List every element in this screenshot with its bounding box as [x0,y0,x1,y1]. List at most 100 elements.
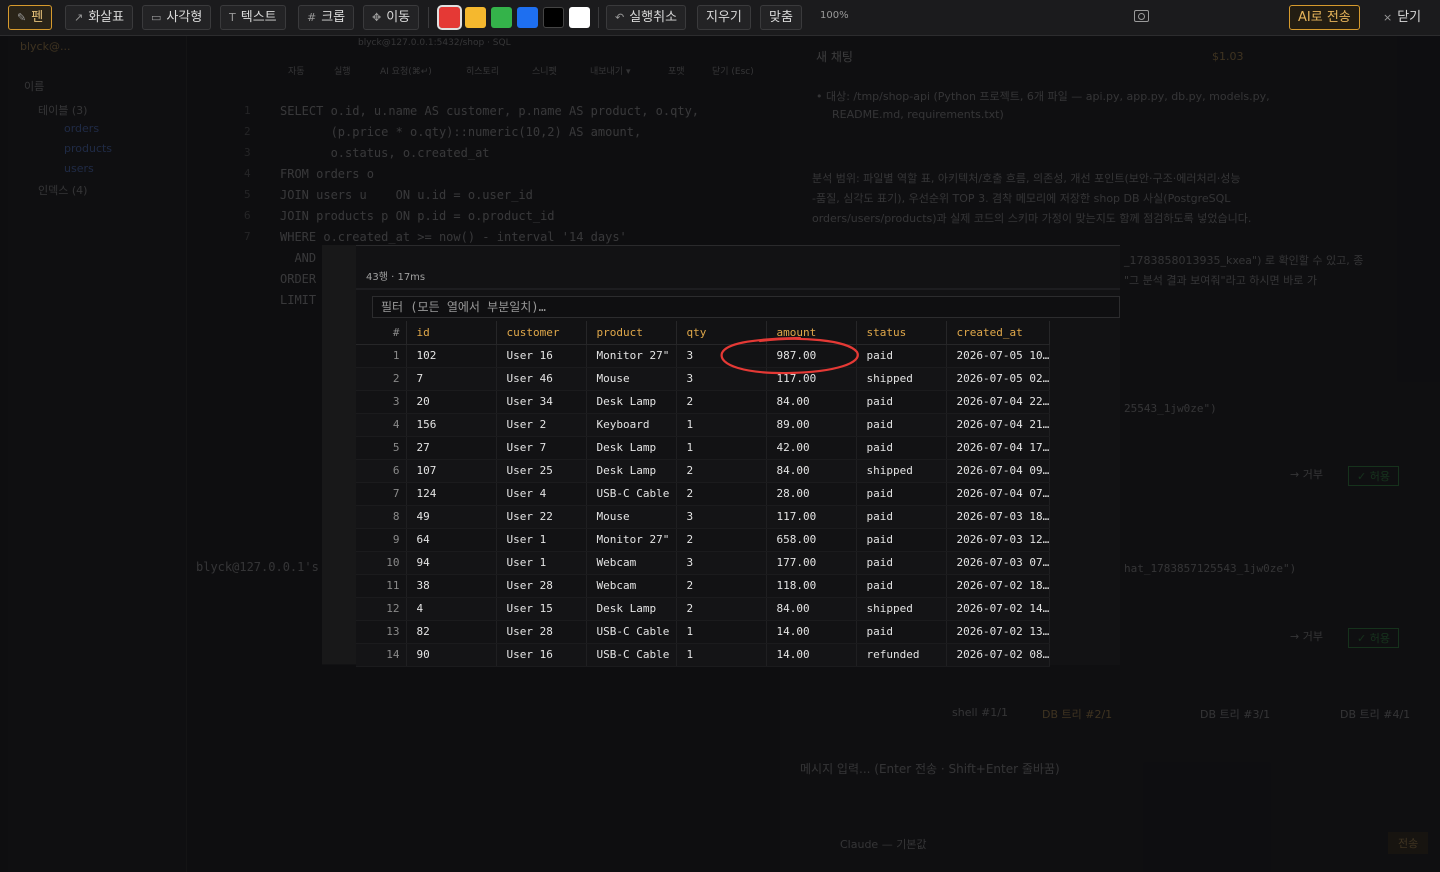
table-row[interactable]: 12 4 User 15 Desk Lamp 2 84.00 shipped 2026-07-… [356,597,1051,621]
chat-input[interactable]: 메시지 입력... (Enter 전송 · Shift+Enter 줄바꿈) [800,760,1060,777]
cell-amount[interactable]: 84.00 [766,459,857,483]
chip-db-tree-4[interactable]: DB 트리 #4/1 [1340,706,1410,722]
cell-status[interactable]: shipped [856,367,947,391]
fit-button[interactable]: 맞춤 [760,5,802,30]
column-header-customer[interactable]: customer [496,321,587,345]
sidebar-item-products[interactable]: products [64,142,112,155]
cell-qty[interactable]: 3 [676,551,767,575]
cell-id[interactable]: 107 [406,459,497,483]
result-filter-input[interactable]: 필터 (모든 열에서 부분일치)… [372,296,1120,318]
cell-amount[interactable]: 84.00 [766,390,857,414]
cell-amount[interactable]: 118.00 [766,574,857,598]
chip-db-tree-2[interactable]: DB 트리 #2/1 [1042,706,1112,722]
cell-customer[interactable]: User 28 [496,574,587,598]
text-tool-button[interactable]: T 텍스트 [220,5,286,30]
sidebar-filter-label[interactable]: 이름 [24,78,44,94]
cell-created-at[interactable]: 2026-07-03 18… [946,505,1051,529]
cell-index[interactable]: 10 [356,551,407,575]
cell-qty[interactable]: 3 [676,367,767,391]
cell-created-at[interactable]: 2026-07-02 18… [946,574,1051,598]
cell-id[interactable]: 7 [406,367,497,391]
color-swatch-white[interactable] [569,7,590,28]
editor-toolbar-snippet[interactable]: 스니펫 [532,64,557,77]
cell-product[interactable]: Keyboard [586,413,677,437]
editor-tab[interactable]: blyck@127.0.0.1:5432/shop · SQL [358,38,511,48]
editor-toolbar-ai[interactable]: AI 요청(⌘↵) [380,64,432,77]
cell-customer[interactable]: User 46 [496,367,587,391]
approve-button-2[interactable]: ✓ 허용 [1348,628,1399,648]
sidebar-item-indexes[interactable]: 인덱스 (4) [38,182,87,198]
cell-index[interactable]: 8 [356,505,407,529]
color-swatch-blue[interactable] [517,7,538,28]
table-row[interactable]: 3 20 User 34 Desk Lamp 2 84.00 paid 2026-07-04 … [356,390,1051,414]
cell-amount[interactable]: 42.00 [766,436,857,460]
cell-id[interactable]: 38 [406,574,497,598]
crop-tool-button[interactable]: # 크롭 [298,5,355,30]
cell-status[interactable]: paid [856,574,947,598]
cell-status[interactable]: paid [856,620,947,644]
cell-status[interactable]: shipped [856,597,947,621]
camera-icon[interactable] [1134,10,1149,22]
cell-amount[interactable]: 658.00 [766,528,857,552]
cell-amount[interactable]: 28.00 [766,482,857,506]
cell-product[interactable]: Mouse [586,367,677,391]
pen-tool-button[interactable]: ✎ 펜 [8,5,53,30]
cell-product[interactable]: Desk Lamp [586,436,677,460]
cell-id[interactable]: 94 [406,551,497,575]
cell-index[interactable]: 9 [356,528,407,552]
cell-product[interactable]: Monitor 27" [586,528,677,552]
cell-created-at[interactable]: 2026-07-05 10… [946,344,1051,368]
cell-amount[interactable]: 84.00 [766,597,857,621]
cell-qty[interactable]: 3 [676,344,767,368]
cell-customer[interactable]: User 7 [496,436,587,460]
cell-qty[interactable]: 2 [676,459,767,483]
code-line[interactable]: WHERE o.created_at >= now() - interval '… [280,230,627,244]
sidebar-item-tables[interactable]: 테이블 (3) [38,102,87,118]
cell-id[interactable]: 90 [406,643,497,667]
cell-product[interactable]: Desk Lamp [586,459,677,483]
cell-amount[interactable]: 177.00 [766,551,857,575]
table-row[interactable]: 2 7 User 46 Mouse 3 117.00 shipped 2026-07-05 0… [356,367,1051,391]
table-row[interactable]: 11 38 User 28 Webcam 2 118.00 paid 2026-07-02 1… [356,574,1051,598]
cell-status[interactable]: paid [856,528,947,552]
cell-product[interactable]: USB-C Cable [586,482,677,506]
cell-customer[interactable]: User 25 [496,459,587,483]
sidebar-item-users[interactable]: users [64,162,94,175]
cell-index[interactable]: 6 [356,459,407,483]
cell-created-at[interactable]: 2026-07-04 17… [946,436,1051,460]
editor-toolbar-run[interactable]: 실행 [334,64,351,77]
cell-status[interactable]: refunded [856,643,947,667]
close-button[interactable]: × 닫기 [1374,5,1430,30]
cell-customer[interactable]: User 16 [496,344,587,368]
cell-created-at[interactable]: 2026-07-02 13… [946,620,1051,644]
cell-created-at[interactable]: 2026-07-02 08… [946,643,1051,667]
cell-index[interactable]: 1 [356,344,407,368]
cell-index[interactable]: 12 [356,597,407,621]
code-line[interactable]: (p.price * o.qty)::numeric(10,2) AS amou… [280,125,642,139]
approve-button-1[interactable]: ✓ 허용 [1348,466,1399,486]
code-line[interactable]: SELECT o.id, u.name AS customer, p.name … [280,104,699,118]
column-header-id[interactable]: id [406,321,497,345]
cell-created-at[interactable]: 2026-07-02 14… [946,597,1051,621]
cell-status[interactable]: paid [856,551,947,575]
cell-index[interactable]: 5 [356,436,407,460]
table-row[interactable]: 13 82 User 28 USB-C Cable 1 14.00 paid 2026-07-… [356,620,1051,644]
color-swatch-red[interactable] [437,5,462,30]
editor-toolbar-close[interactable]: 닫기 (Esc) [712,64,754,77]
cell-created-at[interactable]: 2026-07-04 21… [946,413,1051,437]
cell-created-at[interactable]: 2026-07-04 07… [946,482,1051,506]
cell-qty[interactable]: 2 [676,597,767,621]
column-header-created-at[interactable]: created_at [946,321,1051,345]
code-line[interactable]: LIMIT [280,293,316,307]
cell-id[interactable]: 64 [406,528,497,552]
column-header-status[interactable]: status [856,321,947,345]
send-button[interactable]: 전송 [1388,832,1429,854]
erase-button[interactable]: 지우기 [697,5,751,30]
cell-customer[interactable]: User 1 [496,551,587,575]
cell-status[interactable]: paid [856,413,947,437]
cell-created-at[interactable]: 2026-07-03 12… [946,528,1051,552]
cell-amount[interactable]: 14.00 [766,620,857,644]
cell-status[interactable]: paid [856,505,947,529]
cell-qty[interactable]: 1 [676,436,767,460]
editor-toolbar-history[interactable]: 히스토리 [466,64,499,77]
